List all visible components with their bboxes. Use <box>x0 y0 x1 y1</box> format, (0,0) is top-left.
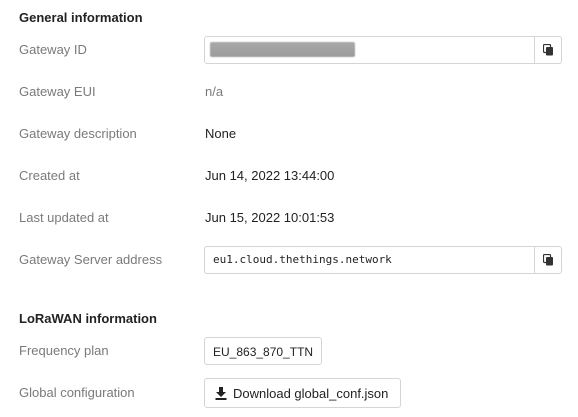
gateway-id-copy-button[interactable] <box>534 37 561 63</box>
gateway-description-value: None <box>205 126 237 141</box>
copy-icon <box>542 44 553 56</box>
last-updated-at-value: Jun 15, 2022 10:01:53 <box>205 210 335 225</box>
gateway-description-label: Gateway description <box>19 126 137 141</box>
lorawan-information-heading: LoRaWAN information <box>19 311 157 326</box>
frequency-plan-row: Frequency plan EU_863_870_TTN <box>0 337 578 365</box>
gateway-server-address-row: Gateway Server address eu1.cloud.thethin… <box>0 246 578 274</box>
gateway-eui-value: n/a <box>205 84 224 99</box>
download-global-conf-label: Download global_conf.json <box>233 385 389 401</box>
gateway-server-address-value: eu1.cloud.thethings.network <box>213 253 392 266</box>
global-configuration-label: Global configuration <box>19 385 135 400</box>
created-at-value: Jun 14, 2022 13:44:00 <box>205 168 335 183</box>
gateway-server-address-copy-button[interactable] <box>534 247 561 273</box>
created-at-row: Created at Jun 14, 2022 13:44:00 <box>0 162 578 190</box>
gateway-id-field[interactable] <box>204 36 562 64</box>
download-global-conf-button[interactable]: Download global_conf.json <box>204 378 402 408</box>
general-information-heading: General information <box>19 10 143 25</box>
gateway-server-address-field[interactable]: eu1.cloud.thethings.network <box>204 246 562 274</box>
frequency-plan-value: EU_863_870_TTN <box>204 337 323 365</box>
last-updated-at-label: Last updated at <box>19 210 109 225</box>
last-updated-at-row: Last updated at Jun 15, 2022 10:01:53 <box>0 204 578 232</box>
copy-icon <box>542 254 553 266</box>
created-at-label: Created at <box>19 168 80 183</box>
gateway-id-redacted-value <box>210 42 355 57</box>
download-icon <box>215 386 227 400</box>
gateway-eui-row: Gateway EUI n/a <box>0 78 578 106</box>
gateway-eui-label: Gateway EUI <box>19 84 96 99</box>
gateway-id-label: Gateway ID <box>19 42 87 57</box>
gateway-id-row: Gateway ID <box>0 36 578 64</box>
gateway-server-address-label: Gateway Server address <box>19 252 163 267</box>
gateway-description-row: Gateway description None <box>0 120 578 148</box>
frequency-plan-label: Frequency plan <box>19 343 109 358</box>
global-configuration-row: Global configuration Download global_con… <box>0 378 578 408</box>
